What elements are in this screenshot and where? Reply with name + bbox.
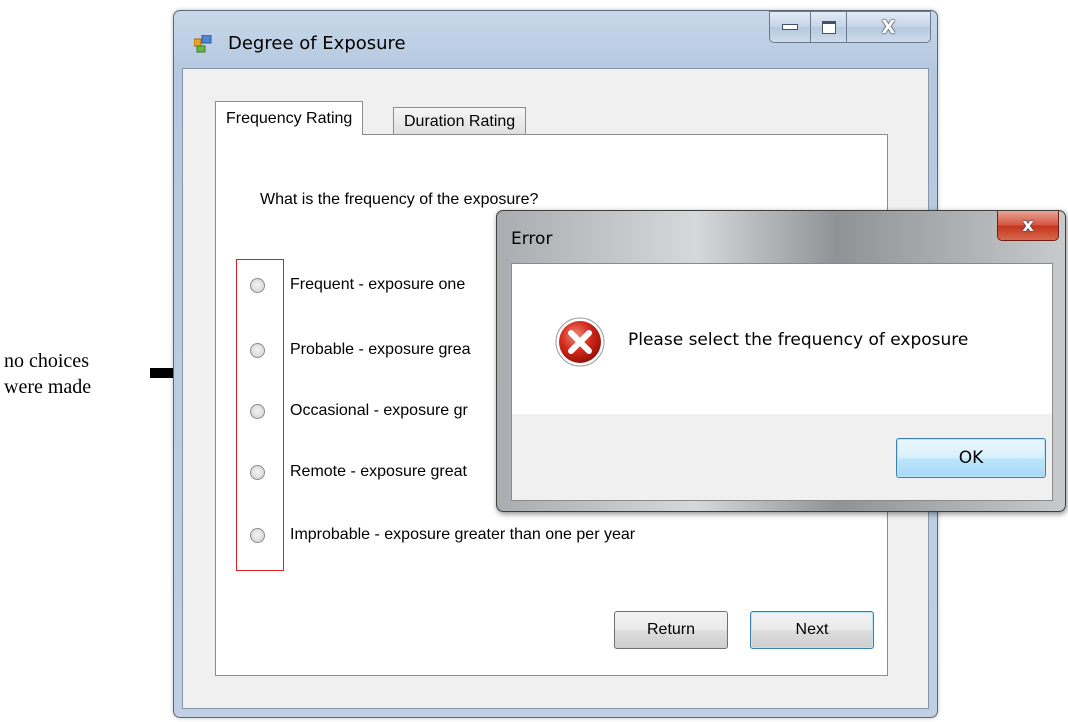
caption-buttons: X <box>769 11 931 45</box>
maximize-button[interactable] <box>811 11 847 43</box>
error-icon <box>555 317 605 367</box>
option-label: Probable - exposure grea <box>290 341 471 358</box>
dialog-title: Error <box>511 229 553 249</box>
error-dialog: Error x Please select the frequency of e… <box>496 210 1066 512</box>
tab-frequency-rating[interactable]: Frequency Rating <box>215 101 364 135</box>
next-button[interactable]: Next <box>750 611 874 649</box>
window-title: Degree of Exposure <box>228 33 406 54</box>
radio-button[interactable] <box>250 342 265 358</box>
close-button[interactable]: X <box>847 11 931 43</box>
radio-button[interactable] <box>250 277 265 293</box>
dialog-close-button[interactable]: x <box>997 211 1059 241</box>
maximize-icon <box>821 20 836 34</box>
dialog-body: Please select the frequency of exposure … <box>511 263 1053 501</box>
option-frequent[interactable]: Frequent - exposure one <box>250 273 465 297</box>
annotation-line-1: no choices <box>4 350 89 372</box>
option-label: Occasional - exposure gr <box>290 402 468 419</box>
ok-button[interactable]: OK <box>896 438 1046 478</box>
radio-button[interactable] <box>250 464 265 480</box>
option-label: Frequent - exposure one <box>290 276 466 293</box>
annotation-line-2: were made <box>4 376 92 398</box>
close-icon: X <box>881 16 896 38</box>
question-label: What is the frequency of the exposure? <box>260 191 539 208</box>
option-label: Improbable - exposure greater than one p… <box>290 526 636 543</box>
option-probable[interactable]: Probable - exposure grea <box>250 338 471 362</box>
minimize-icon <box>782 24 798 30</box>
return-button[interactable]: Return <box>614 611 728 649</box>
radio-button[interactable] <box>250 527 265 543</box>
error-message: Please select the frequency of exposure <box>628 330 969 350</box>
minimize-button[interactable] <box>769 11 811 43</box>
option-label: Remote - exposure great <box>290 463 467 480</box>
app-icon <box>194 35 212 53</box>
option-improbable[interactable]: Improbable - exposure greater than one p… <box>250 523 635 547</box>
dialog-content: Please select the frequency of exposure <box>512 264 1052 414</box>
option-remote[interactable]: Remote - exposure great <box>250 460 467 484</box>
option-occasional[interactable]: Occasional - exposure gr <box>250 399 468 423</box>
tab-duration-rating[interactable]: Duration Rating <box>393 107 527 135</box>
radio-button[interactable] <box>250 403 265 419</box>
annotation-text: no choices were made <box>4 348 144 400</box>
title-bar[interactable]: Degree of Exposure X <box>174 11 937 67</box>
close-icon: x <box>1022 215 1034 236</box>
